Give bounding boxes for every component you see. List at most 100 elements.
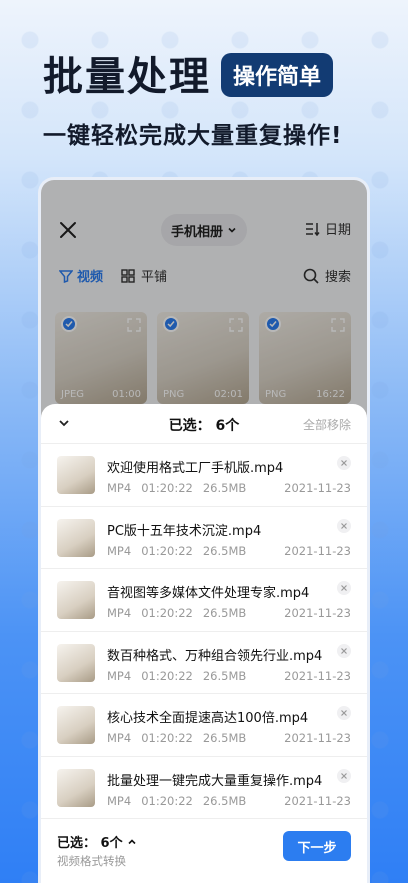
file-size: 26.5MB: [202, 668, 247, 683]
file-name: 数百种格式、万种组合领先行业.mp4: [107, 648, 323, 664]
file-date: 2021-11-23: [284, 668, 351, 683]
album-selector-label: 手机相册: [170, 224, 223, 240]
media-format: JPEG: [61, 389, 85, 400]
file-thumbnail: [57, 518, 95, 557]
expand-icon[interactable]: [229, 318, 243, 332]
search-button[interactable]: 搜索: [303, 266, 351, 285]
file-name: 批量处理一键完成大量重复操作.mp4: [107, 773, 323, 789]
task-type: 视频格式转换: [57, 854, 126, 868]
close-icon[interactable]: [58, 220, 78, 240]
selection-toggle[interactable]: 已选： 6个: [57, 832, 137, 851]
file-size: 26.5MB: [202, 793, 247, 808]
sort-icon: [305, 222, 320, 236]
file-date: 2021-11-23: [284, 731, 351, 745]
file-meta: MP4 01:20:22 26.5MB: [107, 794, 256, 808]
media-thumbnail[interactable]: PNG 16:22: [259, 312, 351, 404]
search-icon: [303, 268, 319, 284]
file-meta: MP4 01:20:22 26.5MB: [107, 544, 256, 558]
file-meta: MP4 01:20:22 26.5MB: [107, 731, 256, 745]
close-icon: [341, 585, 347, 591]
top-bar: 手机相册 日期: [41, 210, 367, 250]
promo-title: 批量处理: [43, 54, 211, 100]
file-duration: 01:20:22: [141, 668, 193, 683]
phone-screen: 手机相册 日期 视频 平铺 搜索 JPEG 01:00 PNG 02:01 PN…: [38, 177, 370, 883]
file-meta: MP4 01:20:22 26.5MB: [107, 606, 256, 620]
file-duration: 01:20:22: [141, 731, 193, 745]
close-icon: [341, 460, 347, 466]
list-item[interactable]: 欢迎使用格式工厂手机版.mp4 MP4 01:20:22 26.5MB 2021-1…: [41, 444, 367, 507]
file-date: 2021-11-23: [284, 543, 351, 558]
list-item[interactable]: PC版十五年技术沉淀.mp4 MP4 01:20:22 26.5MB 2021-11…: [41, 507, 367, 569]
file-duration: 01:20:22: [141, 606, 193, 620]
media-duration: 16:22: [316, 389, 345, 400]
file-thumbnail: [57, 706, 95, 744]
close-icon: [341, 710, 347, 716]
expand-icon[interactable]: [331, 318, 345, 332]
remove-item-button[interactable]: [337, 518, 351, 533]
remove-item-button[interactable]: [337, 706, 351, 720]
file-meta: MP4 01:20:22 26.5MB: [107, 669, 256, 683]
promo-subtitle: 一键轻松完成大量重复操作!: [43, 123, 343, 149]
filter-bar: 视频 平铺 搜索: [41, 262, 367, 292]
file-type: MP4: [107, 731, 132, 745]
tab-video-label: 视频: [77, 270, 104, 285]
checked-icon[interactable]: [163, 316, 179, 332]
file-date: 2021-11-23: [284, 481, 351, 495]
bottom-action-bar: 已选： 6个 视频格式转换 下一步: [41, 819, 367, 883]
file-duration: 01:20:22: [141, 543, 193, 558]
sort-by-date-button[interactable]: 日期: [305, 219, 351, 238]
tab-video[interactable]: 视频: [59, 266, 103, 285]
album-selector[interactable]: 手机相册: [161, 214, 247, 246]
file-name: 核心技术全面提速高达100倍.mp4: [107, 711, 309, 726]
remove-item-button[interactable]: [337, 581, 351, 595]
selected-file-list: 欢迎使用格式工厂手机版.mp4 MP4 01:20:22 26.5MB 2021-1…: [41, 444, 367, 819]
remove-all-button[interactable]: 全部移除: [303, 416, 351, 433]
media-thumbnail[interactable]: PNG 02:01: [157, 312, 249, 404]
file-size: 26.5MB: [202, 481, 247, 495]
file-type: MP4: [107, 793, 132, 808]
file-thumbnail: [57, 643, 95, 682]
file-type: MP4: [107, 481, 132, 495]
next-step-button[interactable]: 下一步: [283, 831, 351, 861]
file-type: MP4: [107, 668, 132, 683]
list-item[interactable]: 批量处理一键完成大量重复操作.mp4 MP4 01:20:22 26.5MB 202…: [41, 757, 367, 819]
remove-item-button[interactable]: [337, 768, 351, 783]
tab-grid[interactable]: 平铺: [121, 266, 167, 285]
promo-header: 批量处理 操作简单 一键轻松完成大量重复操作!: [43, 44, 383, 150]
media-duration: 01:00: [112, 389, 141, 400]
grid-icon: [121, 268, 135, 283]
file-size: 26.5MB: [202, 543, 247, 558]
file-thumbnail: [57, 456, 95, 494]
close-icon: [341, 772, 347, 779]
tab-grid-label: 平铺: [141, 270, 168, 285]
media-duration: 02:01: [214, 389, 243, 400]
expand-icon[interactable]: [127, 318, 141, 332]
file-thumbnail: [57, 768, 95, 807]
selection-count: 已选： 6个: [57, 836, 123, 851]
chevron-up-icon: [128, 838, 136, 844]
remove-item-button[interactable]: [337, 643, 351, 658]
media-format: PNG: [265, 389, 287, 400]
file-type: MP4: [107, 606, 132, 620]
sort-label: 日期: [324, 223, 351, 238]
selected-files-sheet: 已选： 6个 全部移除 欢迎使用格式工厂手机版.mp4 MP4 01:20:22 2…: [41, 404, 367, 883]
list-item[interactable]: 音视图等多媒体文件处理专家.mp4 MP4 01:20:22 26.5MB 2021…: [41, 569, 367, 632]
remove-item-button[interactable]: [337, 456, 351, 470]
list-item[interactable]: 核心技术全面提速高达100倍.mp4 MP4 01:20:22 26.5MB 202…: [41, 694, 367, 757]
file-size: 26.5MB: [202, 606, 247, 620]
promo-badge: 操作简单: [221, 53, 334, 97]
file-thumbnail: [57, 581, 95, 619]
checked-icon[interactable]: [265, 316, 281, 332]
file-date: 2021-11-23: [284, 606, 351, 620]
checked-icon[interactable]: [61, 316, 77, 332]
close-icon: [341, 522, 347, 529]
chevron-down-icon: [228, 227, 236, 233]
file-duration: 01:20:22: [141, 481, 193, 495]
media-format: PNG: [163, 389, 185, 400]
filter-icon: [59, 269, 73, 283]
file-type: MP4: [107, 543, 132, 558]
sheet-header: 已选： 6个 全部移除: [41, 404, 367, 444]
media-thumbnail[interactable]: JPEG 01:00: [55, 312, 147, 404]
file-name: 欢迎使用格式工厂手机版.mp4: [107, 461, 284, 476]
list-item[interactable]: 数百种格式、万种组合领先行业.mp4 MP4 01:20:22 26.5MB 202…: [41, 632, 367, 694]
